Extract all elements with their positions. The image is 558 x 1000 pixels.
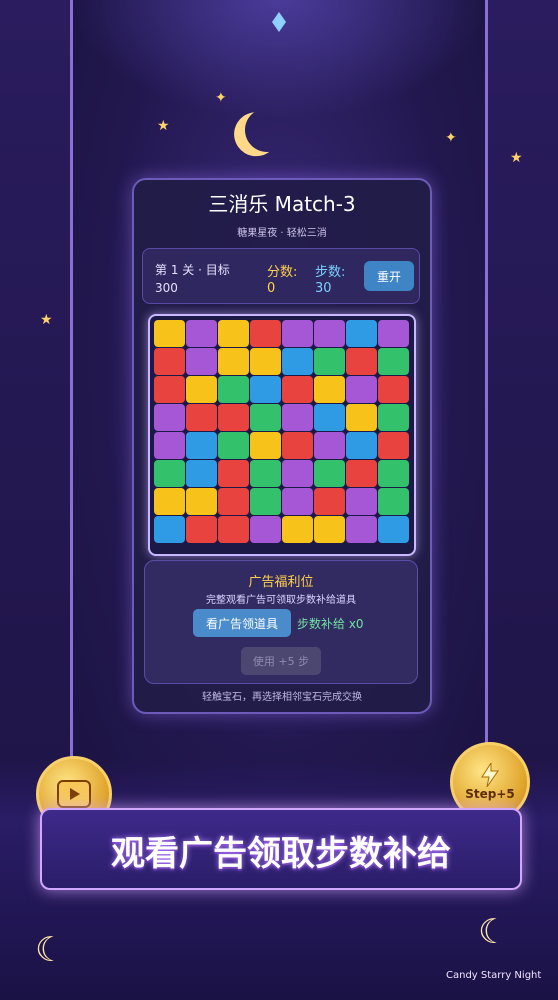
restart-button[interactable]: 重开 bbox=[364, 261, 414, 291]
gem-cell[interactable] bbox=[346, 432, 377, 459]
level-label: 第 1 关 · 目标 bbox=[155, 263, 230, 277]
gem-cell[interactable] bbox=[154, 348, 185, 375]
star-icon: ★ bbox=[510, 150, 523, 166]
gem-cell[interactable] bbox=[378, 516, 409, 543]
gem-cell[interactable] bbox=[186, 516, 217, 543]
gem-cell[interactable] bbox=[250, 516, 281, 543]
gem-cell[interactable] bbox=[218, 320, 249, 347]
gem-cell[interactable] bbox=[186, 320, 217, 347]
gem-cell[interactable] bbox=[186, 376, 217, 403]
gem-cell[interactable] bbox=[186, 488, 217, 515]
step-supply-count: 步数补给 x0 bbox=[297, 617, 364, 631]
gem-cell[interactable] bbox=[314, 320, 345, 347]
gem-cell[interactable] bbox=[314, 376, 345, 403]
gem-cell[interactable] bbox=[378, 320, 409, 347]
gem-cell[interactable] bbox=[186, 460, 217, 487]
lightning-icon bbox=[481, 763, 499, 787]
gem-cell[interactable] bbox=[346, 488, 377, 515]
gem-cell[interactable] bbox=[314, 348, 345, 375]
use-steps-button[interactable]: 使用 +5 步 bbox=[241, 647, 321, 675]
ad-description: 完整观看广告可领取步数补给道具 bbox=[206, 595, 356, 606]
star-icon: ★ bbox=[40, 312, 53, 328]
gem-cell[interactable] bbox=[250, 348, 281, 375]
gem-cell[interactable] bbox=[314, 432, 345, 459]
gem-cell[interactable] bbox=[218, 488, 249, 515]
gem-cell[interactable] bbox=[154, 488, 185, 515]
gem-cell[interactable] bbox=[218, 404, 249, 431]
star-icon: ✦ bbox=[445, 130, 457, 146]
gem-cell[interactable] bbox=[314, 488, 345, 515]
game-panel: 三消乐 Match-3 糖果星夜 · 轻松三消 第 1 关 · 目标 300 分… bbox=[132, 178, 432, 714]
gem-cell[interactable] bbox=[218, 460, 249, 487]
gem-cell[interactable] bbox=[282, 320, 313, 347]
hud: 第 1 关 · 目标 300 分数: 0 步数: 30 重开 bbox=[142, 248, 420, 304]
gem-cell[interactable] bbox=[186, 348, 217, 375]
gem-cell[interactable] bbox=[154, 320, 185, 347]
gem-cell[interactable] bbox=[282, 404, 313, 431]
gem-cell[interactable] bbox=[378, 404, 409, 431]
gem-cell[interactable] bbox=[346, 460, 377, 487]
gem-cell[interactable] bbox=[346, 404, 377, 431]
gem-cell[interactable] bbox=[346, 516, 377, 543]
gem-cell[interactable] bbox=[282, 516, 313, 543]
score-value: 0 bbox=[267, 281, 276, 296]
crescent-moon-icon: ☾ bbox=[35, 930, 66, 970]
gem-cell[interactable] bbox=[186, 432, 217, 459]
gem-cell[interactable] bbox=[378, 376, 409, 403]
gem-cell[interactable] bbox=[154, 432, 185, 459]
gem-cell[interactable] bbox=[346, 348, 377, 375]
brand-name: Candy Starry Night bbox=[446, 970, 542, 981]
gem-cell[interactable] bbox=[250, 460, 281, 487]
score-label: 分数: bbox=[267, 265, 298, 280]
star-icon: ✦ bbox=[215, 90, 227, 106]
gem-cell[interactable] bbox=[218, 516, 249, 543]
gem-cell[interactable] bbox=[154, 516, 185, 543]
gem-cell[interactable] bbox=[314, 516, 345, 543]
gem-cell[interactable] bbox=[186, 404, 217, 431]
promo-banner: 观看广告领取步数补给 bbox=[40, 808, 522, 890]
steps-label: 步数: bbox=[315, 265, 346, 280]
gem-cell[interactable] bbox=[250, 376, 281, 403]
star-icon: ★ bbox=[157, 118, 170, 134]
gem-cell[interactable] bbox=[378, 488, 409, 515]
gem-cell[interactable] bbox=[282, 432, 313, 459]
gem-cell[interactable] bbox=[218, 376, 249, 403]
game-board bbox=[148, 314, 416, 556]
gem-cell[interactable] bbox=[314, 404, 345, 431]
step-plus-label: Step+5 bbox=[465, 787, 515, 801]
gem-cell[interactable] bbox=[250, 320, 281, 347]
gem-cell[interactable] bbox=[314, 460, 345, 487]
gem-cell[interactable] bbox=[282, 376, 313, 403]
gem-cell[interactable] bbox=[378, 348, 409, 375]
gem-cell[interactable] bbox=[282, 460, 313, 487]
gem-cell[interactable] bbox=[250, 432, 281, 459]
steps-value: 30 bbox=[315, 281, 332, 296]
gem-cell[interactable] bbox=[154, 376, 185, 403]
crescent-moon-icon: ☾ bbox=[478, 912, 509, 952]
gem-cell[interactable] bbox=[218, 432, 249, 459]
promo-banner-text: 观看广告领取步数补给 bbox=[111, 834, 451, 874]
gem-cell[interactable] bbox=[346, 376, 377, 403]
gem-cell[interactable] bbox=[154, 460, 185, 487]
gem-cell[interactable] bbox=[346, 320, 377, 347]
hint-text: 轻触宝石，再选择相邻宝石完成交换 bbox=[202, 692, 362, 703]
watch-ad-button[interactable]: 看广告领道具 bbox=[193, 609, 291, 637]
ad-title: 广告福利位 bbox=[248, 575, 314, 590]
ad-reward-box: 广告福利位 完整观看广告可领取步数补给道具 看广告领道具 步数补给 x0 使用 … bbox=[144, 560, 418, 684]
gem-grid bbox=[154, 320, 409, 543]
gem-cell[interactable] bbox=[250, 404, 281, 431]
gem-cell[interactable] bbox=[250, 488, 281, 515]
gem-cell[interactable] bbox=[218, 348, 249, 375]
gem-cell[interactable] bbox=[378, 460, 409, 487]
gem-cell[interactable] bbox=[154, 404, 185, 431]
level-info: 第 1 关 · 目标 300 bbox=[155, 261, 230, 297]
level-target: 300 bbox=[155, 281, 178, 295]
game-title: 三消乐 Match-3 bbox=[208, 192, 356, 216]
game-subtitle: 糖果星夜 · 轻松三消 bbox=[237, 228, 327, 239]
play-icon bbox=[57, 780, 91, 808]
gem-cell[interactable] bbox=[378, 432, 409, 459]
gem-cell[interactable] bbox=[282, 348, 313, 375]
gem-cell[interactable] bbox=[282, 488, 313, 515]
